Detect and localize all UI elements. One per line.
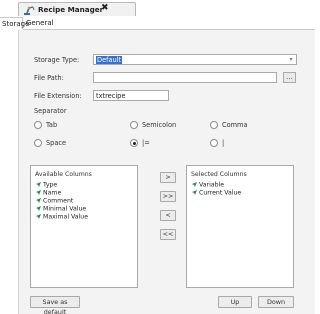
list-item[interactable]: Name <box>35 189 88 197</box>
file-extension-input[interactable]: txtrecipe <box>93 90 169 101</box>
tab-general-label: General <box>26 19 54 27</box>
list-item-label: Type <box>43 181 58 189</box>
file-extension-label: File Extension: <box>34 92 82 100</box>
file-path-input[interactable] <box>93 72 277 83</box>
available-columns-list[interactable]: Available Columns Type Name Comment Mini… <box>30 165 138 288</box>
pin-icon <box>35 205 42 212</box>
close-icon[interactable]: ✖ <box>101 3 109 13</box>
move-left-button[interactable]: < <box>160 210 176 221</box>
browse-button[interactable]: ... <box>283 72 296 83</box>
available-columns-header: Available Columns <box>35 171 92 178</box>
tab-title: Recipe Manager <box>38 5 104 14</box>
move-right-button[interactable]: > <box>160 172 176 183</box>
list-item-label: Variable <box>199 181 225 189</box>
list-item[interactable]: Comment <box>35 197 88 205</box>
storage-type-combo[interactable]: Default ▾ <box>93 54 297 65</box>
list-item[interactable]: Type <box>35 181 88 189</box>
selected-columns-items: Variable Current Value <box>191 181 241 197</box>
selected-columns-header: Selected Columns <box>191 171 247 178</box>
radio-pipe-equals-label: |= <box>142 139 150 147</box>
move-all-left-button[interactable]: << <box>160 229 176 240</box>
list-item[interactable]: Current Value <box>191 189 241 197</box>
separator-label: Separator <box>34 107 67 115</box>
list-item-label: Maximal Value <box>43 213 89 221</box>
selected-columns-list[interactable]: Selected Columns Variable Current Value <box>186 165 294 288</box>
recipe-manager-tab[interactable]: Recipe Manager ✖ <box>18 2 136 16</box>
pin-icon <box>191 189 198 196</box>
list-item-label: Comment <box>43 197 74 205</box>
robot-arm-icon <box>23 4 35 16</box>
storage-type-value: Default <box>96 56 123 64</box>
radio-tab-label: Tab <box>46 121 58 129</box>
tab-general[interactable]: General <box>24 17 58 30</box>
radio-pipe[interactable] <box>210 139 218 147</box>
tab-storage[interactable]: Storage <box>0 17 29 30</box>
radio-comma[interactable] <box>210 121 218 129</box>
radio-comma-label: Comma <box>222 121 248 129</box>
list-item-label: Current Value <box>199 189 242 197</box>
move-all-right-button[interactable]: >> <box>160 191 176 202</box>
list-item[interactable]: Variable <box>191 181 241 189</box>
list-item[interactable]: Maximal Value <box>35 213 88 221</box>
available-columns-items: Type Name Comment Minimal Value Maximal … <box>35 181 88 221</box>
list-item-label: Name <box>43 189 62 197</box>
radio-pipe-label: | <box>222 139 225 147</box>
chevron-down-icon[interactable]: ▾ <box>287 56 295 63</box>
storage-type-label: Storage Type: <box>34 56 80 64</box>
file-path-label: File Path: <box>34 74 64 82</box>
radio-space[interactable] <box>34 139 42 147</box>
save-as-default-button[interactable]: Save as default <box>30 296 80 314</box>
subtab-bar: Storage General <box>0 17 315 30</box>
list-item[interactable]: Minimal Value <box>35 205 88 213</box>
pin-icon <box>35 181 42 188</box>
up-button[interactable]: Up <box>218 296 252 308</box>
pin-icon <box>191 181 198 188</box>
radio-tab[interactable] <box>34 121 42 129</box>
radio-pipe-equals[interactable] <box>130 139 138 147</box>
pin-icon <box>35 197 42 204</box>
down-button[interactable]: Down <box>258 296 294 308</box>
list-item-label: Minimal Value <box>43 205 87 213</box>
radio-space-label: Space <box>46 139 67 147</box>
pin-icon <box>35 213 42 220</box>
pin-icon <box>35 189 42 196</box>
radio-semicolon[interactable] <box>130 121 138 129</box>
radio-semicolon-label: Semicolon <box>142 121 177 129</box>
